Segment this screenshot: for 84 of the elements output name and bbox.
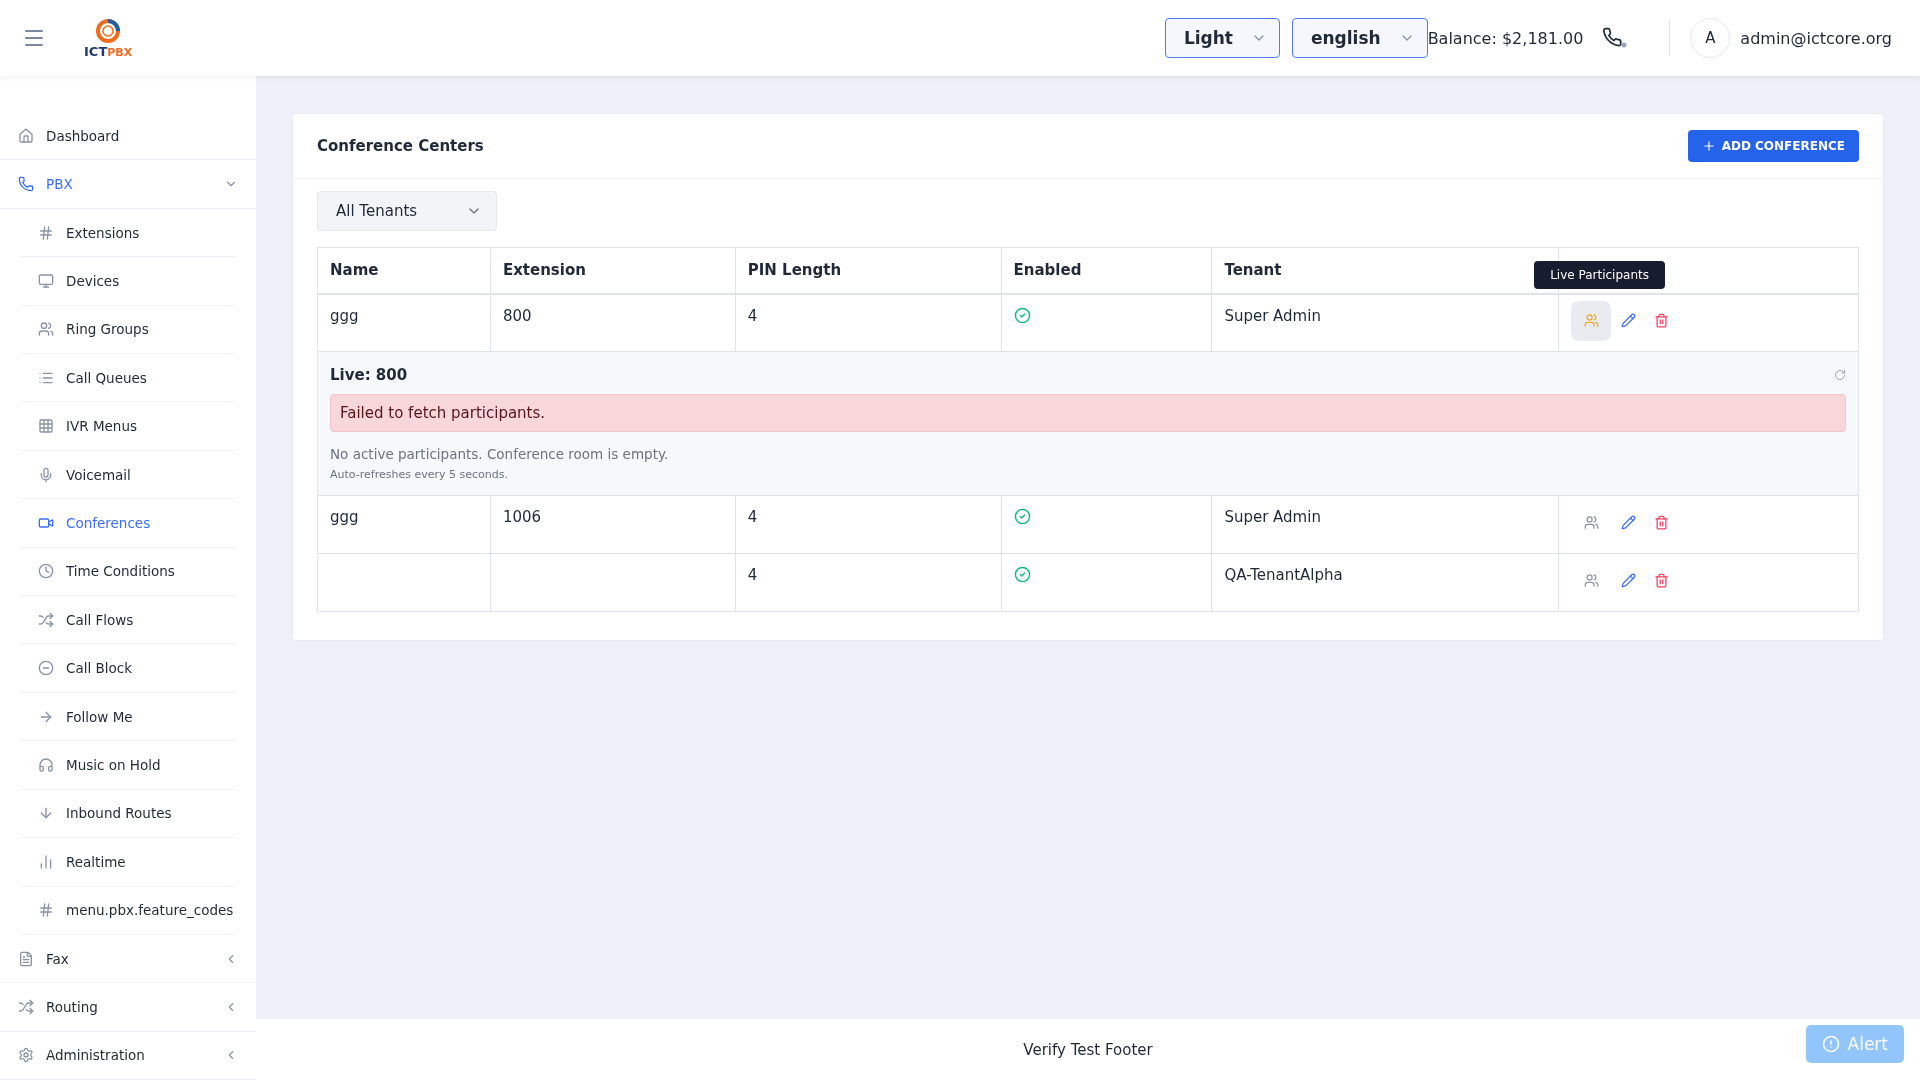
language-select[interactable]: english: [1291, 18, 1428, 58]
sidebar-item[interactable]: Fax: [0, 934, 256, 984]
sidebar-item[interactable]: Conferences: [20, 499, 236, 548]
users-icon: [1583, 514, 1599, 530]
participants-button[interactable]: [1571, 300, 1612, 341]
add-conference-button[interactable]: ADD CONFERENCE: [1687, 130, 1859, 162]
sidebar-item[interactable]: Dashboard: [0, 112, 256, 161]
sidebar-item[interactable]: PBX: [0, 160, 256, 209]
table-cell: Super Admin: [1211, 293, 1559, 352]
sidebar-item[interactable]: Voicemail: [20, 450, 236, 500]
table-cell: 1006: [490, 495, 736, 554]
settings-icon: [18, 1047, 34, 1064]
sidebar-item[interactable]: Extensions: [20, 208, 236, 258]
logo: ICTPBX: [84, 17, 133, 59]
phone-status-icon[interactable]: [1601, 26, 1628, 50]
delete-button[interactable]: [1654, 572, 1670, 588]
sidebar-item[interactable]: Inbound Routes: [20, 789, 236, 839]
users-icon: [38, 321, 54, 338]
refresh-icon[interactable]: [1834, 369, 1846, 381]
sidebar-item[interactable]: Call Queues: [20, 354, 236, 403]
sidebar-item[interactable]: menu.pbx.feature_codes: [20, 886, 236, 935]
plus-icon: [1701, 139, 1716, 153]
tooltip: Live Participants: [1534, 260, 1665, 289]
footer-text: Verify Test Footer: [1023, 1040, 1153, 1059]
shuffle-icon: [38, 611, 54, 628]
pencil-icon: [1621, 572, 1637, 588]
alert-circle-icon: [1821, 1035, 1840, 1053]
shuffle-icon: [18, 999, 34, 1015]
table-cell: ggg: [317, 293, 491, 352]
phone-icon: [18, 176, 34, 193]
hash-icon: [38, 224, 54, 241]
table-cell: 800: [490, 293, 736, 352]
column-header: Enabled: [1001, 247, 1212, 294]
refresh-note: Auto-refreshes every 5 seconds.: [330, 468, 509, 481]
sidebar-item[interactable]: IVR Menus: [20, 402, 236, 451]
bar-chart-icon: [38, 853, 54, 870]
document-icon: [18, 950, 34, 967]
dots-grid-icon: [38, 418, 54, 435]
hash-icon: [38, 902, 54, 919]
table-cell: Super Admin: [1211, 495, 1559, 554]
theme-select[interactable]: Light: [1164, 18, 1280, 58]
live-panel-title: Live: 800: [330, 366, 408, 384]
clock-icon: [38, 563, 54, 580]
table-cell: 4: [735, 293, 1002, 352]
microphone-icon: [38, 466, 54, 483]
sidebar-item[interactable]: Follow Me: [20, 692, 236, 742]
delete-button[interactable]: [1654, 313, 1670, 328]
pencil-icon: [1621, 313, 1637, 328]
home-icon: [18, 127, 34, 144]
delete-button[interactable]: [1654, 514, 1670, 530]
monitor-icon: [38, 272, 54, 289]
card-title: Conference Centers: [317, 137, 484, 155]
sidebar-item[interactable]: Time Conditions: [20, 547, 236, 597]
column-header: Extension: [490, 247, 736, 294]
balance-text: Balance: $2,181.00: [1427, 28, 1584, 48]
users-icon: [1583, 313, 1599, 328]
headphones-icon: [38, 757, 54, 773]
empty-message: No active participants. Conference room is empty.: [330, 446, 670, 462]
table-cell: 4: [735, 553, 1002, 612]
users-icon: [1583, 572, 1599, 588]
sidebar-item[interactable]: Routing: [0, 983, 256, 1032]
sidebar-item[interactable]: Call Flows: [20, 596, 236, 645]
tenant-select[interactable]: All Tenants: [317, 191, 497, 231]
trash-icon: [1654, 514, 1670, 530]
sidebar-item[interactable]: Devices: [20, 257, 236, 306]
edit-button[interactable]: [1621, 313, 1637, 328]
table-cell: QA-TenantAlpha: [1211, 553, 1559, 612]
sidebar-item[interactable]: Call Block: [20, 644, 236, 693]
minus-circle-icon: [38, 660, 54, 677]
table-cell: 4: [735, 495, 1002, 554]
sidebar-item[interactable]: Music on Hold: [20, 741, 236, 790]
error-alert: Failed to fetch participants.: [330, 394, 1846, 432]
table-cell: ggg: [317, 495, 491, 554]
column-header: Name: [317, 247, 491, 294]
trash-icon: [1654, 572, 1670, 588]
trash-icon: [1654, 313, 1670, 328]
edit-button[interactable]: [1621, 514, 1637, 530]
sidebar-item[interactable]: Ring Groups: [20, 305, 236, 355]
pencil-icon: [1621, 514, 1637, 530]
column-header: PIN Length: [735, 247, 1002, 294]
sidebar-item[interactable]: Realtime: [20, 838, 236, 887]
logo-icon: [95, 17, 122, 44]
edit-button[interactable]: [1621, 572, 1637, 588]
user-email[interactable]: admin@ictcore.org: [1740, 28, 1892, 48]
